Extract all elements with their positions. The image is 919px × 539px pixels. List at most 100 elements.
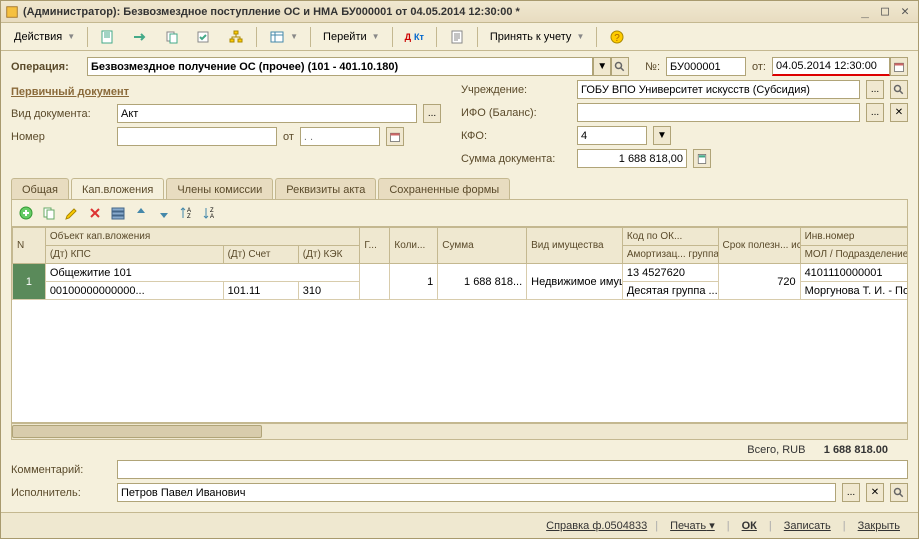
bulk-icon[interactable] <box>108 203 128 223</box>
col-inv[interactable]: Инв.номер <box>800 228 907 246</box>
save-button[interactable]: Записать <box>776 518 839 534</box>
doc-num-input[interactable] <box>117 127 277 146</box>
print-button[interactable]: Печать ▾ <box>662 517 723 534</box>
goto-menu[interactable]: Перейти▼ <box>316 26 387 48</box>
minimize-button[interactable]: _ <box>856 4 874 20</box>
ok-button[interactable]: ОК <box>734 518 765 534</box>
doc-type-choose-btn[interactable]: ... <box>423 104 441 123</box>
cell-inv[interactable]: 4101110000001 <box>800 264 907 282</box>
kfo-dropdown-btn[interactable]: ▼ <box>653 126 671 145</box>
scrollbar-thumb[interactable] <box>12 425 262 438</box>
cell-dt-kps[interactable]: 00100000000000... <box>45 282 223 300</box>
left-column: Первичный документ Вид документа: ... Но… <box>11 80 441 172</box>
tb-post-icon[interactable] <box>189 26 219 48</box>
primary-doc-section: Первичный документ <box>11 86 441 98</box>
app-icon <box>5 5 19 19</box>
doc-num-label: Номер <box>11 131 111 143</box>
cell-g[interactable] <box>360 264 390 300</box>
col-dt-kps[interactable]: (Дт) КПС <box>45 246 223 264</box>
cell-amort[interactable]: Десятая группа ... <box>622 282 718 300</box>
executor-clear-btn[interactable]: ✕ <box>866 483 884 502</box>
ifo-clear-btn[interactable]: ✕ <box>890 103 908 122</box>
grid-toolbar: AZ ZA <box>12 200 907 226</box>
copy-row-icon[interactable] <box>39 203 59 223</box>
move-down-icon[interactable] <box>154 203 174 223</box>
tab-act-details[interactable]: Реквизиты акта <box>275 178 376 200</box>
cell-qty[interactable]: 1 <box>390 264 438 300</box>
date-input[interactable] <box>772 57 890 76</box>
doc-num-date-picker[interactable] <box>386 127 404 146</box>
table-row[interactable]: 1 Общежитие 101 1 1 688 818... Недвижимо… <box>13 264 908 282</box>
ifo-label: ИФО (Баланс): <box>461 107 571 119</box>
tab-panel: AZ ZA N Объект кап.вложения Г... Коли... <box>11 199 908 440</box>
sort-asc-icon[interactable]: AZ <box>177 203 197 223</box>
ifo-choose-btn[interactable]: ... <box>866 103 884 122</box>
operation-select[interactable]: ▼ <box>87 57 629 76</box>
doc-num-date-input[interactable] <box>300 127 380 146</box>
cell-ok[interactable]: 13 4527620 <box>622 264 718 282</box>
cell-dt-schet[interactable]: 101.11 <box>223 282 298 300</box>
grid-hscrollbar[interactable] <box>12 423 907 439</box>
actions-menu[interactable]: Действия▼ <box>7 26 82 48</box>
ref-link[interactable]: Справка ф.0504833 <box>542 520 651 532</box>
tb-journal-icon[interactable] <box>442 26 472 48</box>
tab-general[interactable]: Общая <box>11 178 69 200</box>
tb-refresh-icon[interactable] <box>93 26 123 48</box>
tb-forward-icon[interactable] <box>125 26 155 48</box>
col-dt-schet[interactable]: (Дт) Счет <box>223 246 298 264</box>
add-row-icon[interactable] <box>16 203 36 223</box>
operation-search-btn[interactable] <box>611 57 629 76</box>
col-life[interactable]: Срок полезн... исполь... <box>718 228 800 264</box>
accept-button[interactable]: Принять к учету▼ <box>483 26 591 48</box>
delete-row-icon[interactable] <box>85 203 105 223</box>
kfo-input[interactable] <box>577 126 647 145</box>
col-sum[interactable]: Сумма <box>438 228 527 264</box>
sum-calc-btn[interactable] <box>693 149 711 168</box>
col-dt-kek[interactable]: (Дт) КЭК <box>298 246 360 264</box>
close-window-button[interactable]: ✕ <box>896 4 914 20</box>
col-n[interactable]: N <box>13 228 46 264</box>
maximize-button[interactable]: □ <box>876 4 894 20</box>
cell-kind[interactable]: Недвижимое имущество <box>527 264 623 300</box>
cell-dt-kek[interactable]: 310 <box>298 282 360 300</box>
cell-mol[interactable]: Моргунова Т. И. - Подразделение ... <box>800 282 907 300</box>
col-mol[interactable]: МОЛ / Подразделение <box>800 246 907 264</box>
sort-desc-icon[interactable]: ZA <box>200 203 220 223</box>
ifo-input[interactable] <box>577 103 860 122</box>
sum-input[interactable] <box>577 149 687 168</box>
doc-type-input[interactable] <box>117 104 417 123</box>
cell-n: 1 <box>13 264 46 300</box>
tb-tree-icon[interactable] <box>221 26 251 48</box>
org-input[interactable] <box>577 80 860 99</box>
move-up-icon[interactable] <box>131 203 151 223</box>
cell-obj[interactable]: Общежитие 101 <box>45 264 360 282</box>
tb-entries-icon[interactable]: ▼ <box>262 26 305 48</box>
col-amort[interactable]: Амортизац... группа <box>622 246 718 264</box>
tab-commission-members[interactable]: Члены комиссии <box>166 178 273 200</box>
date-picker-btn[interactable] <box>890 57 908 76</box>
col-obj[interactable]: Объект кап.вложения <box>45 228 360 246</box>
operation-input[interactable] <box>87 57 593 76</box>
org-choose-btn[interactable]: ... <box>866 80 884 99</box>
cell-sum[interactable]: 1 688 818... <box>438 264 527 300</box>
comment-input[interactable] <box>117 460 908 479</box>
cell-life[interactable]: 720 <box>718 264 800 300</box>
executor-input[interactable] <box>117 483 836 502</box>
tb-copy-icon[interactable] <box>157 26 187 48</box>
col-g[interactable]: Г... <box>360 228 390 264</box>
edit-row-icon[interactable] <box>62 203 82 223</box>
tab-capital-investments[interactable]: Кап.вложения <box>71 178 164 200</box>
capital-investments-grid[interactable]: N Объект кап.вложения Г... Коли... Сумма… <box>12 226 907 423</box>
number-input[interactable] <box>666 57 746 76</box>
executor-search-btn[interactable] <box>890 483 908 502</box>
executor-choose-btn[interactable]: ... <box>842 483 860 502</box>
operation-dropdown-btn[interactable]: ▼ <box>593 57 611 76</box>
help-icon[interactable]: ? <box>602 26 632 48</box>
close-button[interactable]: Закрыть <box>850 518 908 534</box>
tab-saved-forms[interactable]: Сохраненные формы <box>378 178 510 200</box>
col-kind[interactable]: Вид имущества <box>527 228 623 264</box>
col-qty[interactable]: Коли... <box>390 228 438 264</box>
org-search-btn[interactable] <box>890 80 908 99</box>
tb-dkv-icon[interactable]: ДКт <box>398 26 431 48</box>
col-ok[interactable]: Код по ОК... <box>622 228 718 246</box>
